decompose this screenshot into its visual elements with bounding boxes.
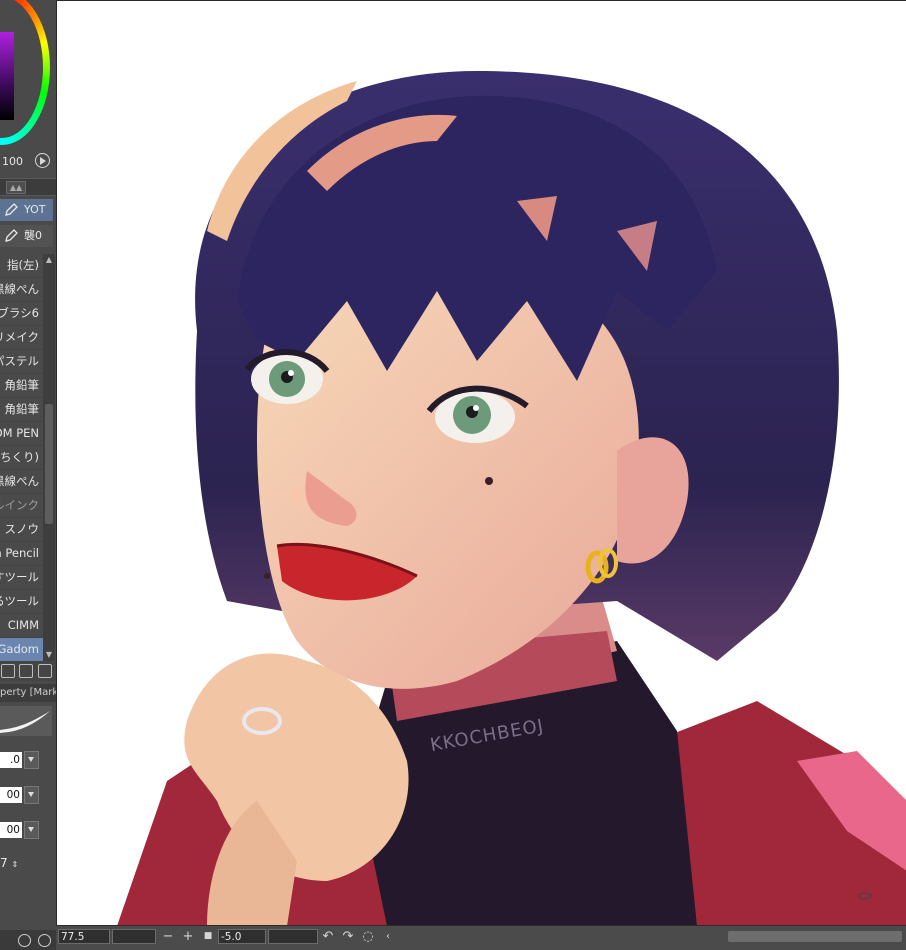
tool-property-header: perty [Mark [0,684,56,702]
property-value[interactable]: 00 [0,822,22,838]
brush-item[interactable]: パステル [0,350,43,374]
flip-icon[interactable]: ‹ [380,929,396,945]
property-stepper[interactable]: 7 ⇕ [0,852,40,874]
rotate-right-icon[interactable]: ↷ [340,929,356,945]
reset-rotation-icon[interactable]: ◌ [360,929,376,945]
tool-panel: 100 ▲▲ YOT 襲0 指(左) 黒線ぺん ブラシ6 リメイク パステル 角… [0,0,56,949]
pressure-icon[interactable] [24,821,39,839]
color-opacity-row: 100 [0,152,56,170]
brush-item[interactable]: 角鉛筆 [0,374,43,398]
navigator-bar: 77.5 − + ■ -5.0 ↶ ↷ ◌ ‹ [56,925,906,950]
brush-item[interactable]: リメイク [0,326,43,350]
fit-icon[interactable]: ■ [200,929,216,945]
download-icon[interactable] [1,664,15,678]
rotation-field[interactable]: -5.0 [218,929,266,944]
pen-icon [5,203,18,216]
brush-item[interactable]: ザルインク [0,494,43,518]
trash-icon[interactable] [38,664,52,678]
stepper-icon[interactable]: ⇕ [11,860,18,869]
brush-actions [0,661,56,681]
brush-item-selected[interactable]: r Gadom [0,638,43,661]
subtool-tab-icon[interactable]: ▲▲ [6,181,26,194]
brush-item[interactable]: ブラシ6 [0,302,43,326]
brush-item[interactable]: 黒線ぺん [0,470,43,494]
rotate-left-icon[interactable]: ↶ [320,929,336,945]
canvas[interactable]: KKOCHBEOJ [56,0,906,925]
scroll-thumb[interactable] [45,404,53,524]
brush-item[interactable]: ん(ちくり) [0,446,43,470]
property-value[interactable]: 00 [0,787,22,803]
left-panel-footer [0,930,56,949]
opacity-value: 100 [2,155,23,168]
property-row: .0 [0,748,56,772]
subtool-group-yot[interactable]: YOT [0,199,53,221]
scroll-up-icon[interactable]: ▲ [44,255,54,265]
brush-item[interactable]: 黒線ぺん [0,278,43,302]
pressure-icon[interactable] [24,786,39,804]
property-value[interactable]: .0 [0,752,22,768]
color-picker-square[interactable] [0,32,14,120]
property-value: 7 [0,856,8,870]
play-icon[interactable] [35,153,50,168]
subtool-group-label: 襲0 [24,229,42,242]
scroll-down-icon[interactable]: ▼ [44,650,54,660]
brush-item[interactable]: m Pencil [0,542,43,566]
zoom-slider[interactable] [112,929,156,944]
brush-stroke-preview [0,706,52,736]
brush-item[interactable]: るツール [0,590,43,614]
brush-item[interactable]: フ スノウ [0,518,43,542]
subtool-tab-bar: ▲▲ [0,178,56,196]
pen-icon [5,229,18,242]
brush-item[interactable]: OM PEN [0,422,43,446]
subtool-group-hair[interactable]: 襲0 [0,225,53,247]
brush-item[interactable]: すツール [0,566,43,590]
subtool-group-label: YOT [24,203,46,216]
zoom-field[interactable]: 77.5 [58,929,110,944]
brush-item[interactable]: 指(左) [0,254,43,278]
brush-item[interactable]: CIMM [0,614,43,638]
brush-list-scrollbar[interactable]: ▲ ▼ [43,254,55,661]
brush-item[interactable]: 角鉛筆 [0,398,43,422]
settings-icon[interactable] [18,934,31,947]
zoom-in-icon[interactable]: + [180,929,196,945]
property-row: 00 [0,818,56,842]
duplicate-icon[interactable] [19,664,33,678]
zoom-out-icon[interactable]: − [160,929,176,945]
horizontal-scrollbar[interactable] [728,931,902,942]
artwork-illustration: KKOCHBEOJ [117,71,906,925]
property-row: 00 [0,783,56,807]
pressure-icon[interactable] [24,751,39,769]
search-icon[interactable] [38,934,51,947]
brush-list: 指(左) 黒線ぺん ブラシ6 リメイク パステル 角鉛筆 角鉛筆 OM PEN … [0,254,43,661]
rotation-slider[interactable] [268,929,318,944]
